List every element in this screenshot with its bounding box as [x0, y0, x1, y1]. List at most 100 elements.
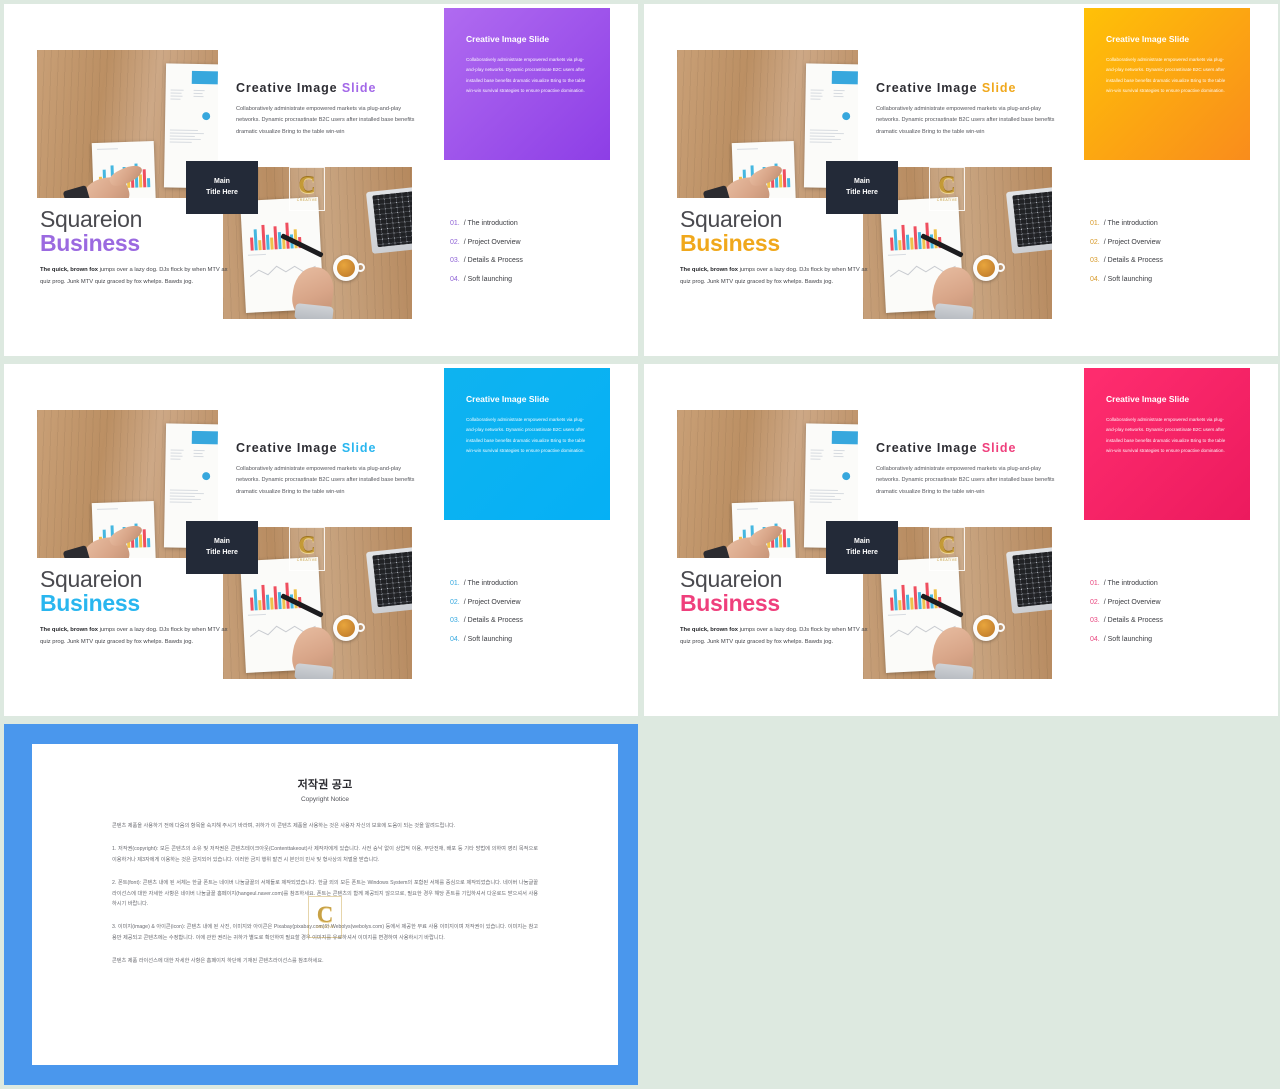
gradient-card[interactable]: Creative Image Slide Collaboratively adm…: [1084, 8, 1250, 160]
agenda-separator: /: [463, 598, 466, 606]
headline-accent: Slide: [341, 441, 377, 455]
agenda-item[interactable]: 02. / Project Overview: [1090, 599, 1260, 606]
watermark-letter: C: [938, 172, 956, 199]
agenda-item[interactable]: 02. / Project Overview: [450, 599, 620, 606]
agenda-number: 04.: [450, 635, 460, 643]
main-title-box[interactable]: Main Title Here: [826, 161, 898, 214]
agenda-label: Project Overview: [1107, 238, 1161, 246]
photo-coffee-cup: [333, 615, 365, 641]
photo-coffee-cup: [333, 255, 365, 281]
agenda-separator: /: [1103, 617, 1106, 624]
agenda-label: Project Overview: [467, 238, 521, 246]
slide-amber[interactable]: C CREATIVE Main Title Here Creative Image…: [644, 4, 1278, 356]
agenda-list: 01. / The introduction 02. / Project Overv…: [450, 220, 620, 294]
headline-block: Creative Image Slide Collaboratively adm…: [236, 81, 416, 138]
headline-accent: Slide: [981, 81, 1017, 95]
agenda-item[interactable]: 04. / Soft launching: [1090, 276, 1260, 283]
slide-copyright-notice[interactable]: 저작권 공고 Copyright Notice 콘텐츠 제품을 사용하기 전에 …: [4, 724, 638, 1085]
slide-pink[interactable]: C CREATIVE Main Title Here Creative Image…: [644, 364, 1278, 716]
agenda-item[interactable]: 03. / Details & Process: [1090, 617, 1260, 624]
agenda-label: Soft launching: [1107, 275, 1153, 283]
main-title-box[interactable]: Main Title Here: [826, 521, 898, 574]
agenda-label: Details & Process: [467, 617, 523, 624]
agenda-separator: /: [1103, 220, 1106, 227]
gradient-card-body: Collaboratively administrate empowered m…: [1106, 417, 1226, 453]
agenda-item[interactable]: 03. / Details & Process: [450, 257, 620, 264]
slide-cyan[interactable]: C CREATIVE Main Title Here Creative Image…: [4, 364, 638, 716]
agenda-item[interactable]: 01. / The introduction: [1090, 580, 1260, 587]
agenda-number: 01.: [450, 580, 460, 587]
agenda-label: Soft launching: [467, 635, 513, 643]
gradient-card-title: Creative Image Slide: [466, 394, 550, 404]
agenda-item[interactable]: 01. / The introduction: [450, 580, 620, 587]
photo-laptop: [365, 546, 412, 614]
headline: Creative Image Slide: [876, 441, 1056, 455]
agenda-item[interactable]: 04. / Soft launching: [450, 276, 620, 283]
agenda-number: 04.: [450, 275, 460, 283]
brand-body: The quick, brown fox jumps over a lazy d…: [40, 265, 230, 288]
main-title-box[interactable]: Main Title Here: [186, 521, 258, 574]
headline-main: Creative Image: [876, 441, 978, 455]
main-title-line2: Title Here: [206, 548, 238, 556]
watermark-letter: C: [298, 172, 316, 199]
brand-body-bold: The quick, brown fox: [40, 267, 98, 274]
watermark-badge: C CREATIVE: [929, 167, 965, 211]
agenda-separator: /: [463, 617, 466, 624]
agenda-number: 01.: [1090, 580, 1100, 587]
photo-laptop: [365, 186, 412, 254]
agenda-label: The introduction: [1107, 580, 1158, 587]
copyright-title-ko: 저작권 공고: [297, 779, 353, 791]
agenda-separator: /: [1103, 257, 1106, 264]
agenda-item[interactable]: 02. / Project Overview: [450, 239, 620, 246]
main-title-line2: Title Here: [206, 188, 238, 196]
agenda-item[interactable]: 03. / Details & Process: [1090, 257, 1260, 264]
photo-coffee-cup: [973, 615, 1005, 641]
agenda-label: Details & Process: [1107, 617, 1163, 624]
brand-body: The quick, brown fox jumps over a lazy d…: [680, 625, 870, 648]
agenda-item[interactable]: 03. / Details & Process: [450, 617, 620, 624]
brand-body-bold: The quick, brown fox: [680, 267, 738, 274]
brand-block: Squareion Business The quick, brown fox …: [40, 567, 230, 649]
agenda-label: Project Overview: [467, 598, 521, 606]
photo-sleeve: [934, 303, 974, 319]
agenda-number: 04.: [1090, 635, 1100, 643]
gradient-card-title: Creative Image Slide: [466, 34, 550, 44]
agenda-separator: /: [463, 220, 466, 227]
agenda-separator: /: [1103, 275, 1106, 283]
agenda-number: 01.: [1090, 220, 1100, 227]
headline-main: Creative Image: [876, 81, 978, 95]
photo-laptop: [1005, 186, 1052, 254]
gradient-card[interactable]: Creative Image Slide Collaboratively adm…: [444, 368, 610, 520]
slide-deck-canvas: C CREATIVE Main Title Here Creative Image…: [0, 0, 1280, 1089]
watermark-badge: C CREATIVE: [289, 167, 325, 211]
agenda-item[interactable]: 04. / Soft launching: [450, 636, 620, 643]
agenda-separator: /: [463, 635, 466, 643]
gradient-card-body: Collaboratively administrate empowered m…: [466, 57, 586, 93]
agenda-item[interactable]: 01. / The introduction: [1090, 220, 1260, 227]
main-title-line1: Main: [214, 178, 230, 185]
brand-body-bold: The quick, brown fox: [40, 627, 98, 634]
agenda-number: 04.: [1090, 275, 1100, 283]
slide-purple[interactable]: C CREATIVE Main Title Here Creative Image…: [4, 4, 638, 356]
main-title-box[interactable]: Main Title Here: [186, 161, 258, 214]
agenda-item[interactable]: 01. / The introduction: [450, 220, 620, 227]
gradient-card-title: Creative Image Slide: [1106, 34, 1190, 44]
agenda-item[interactable]: 04. / Soft launching: [1090, 636, 1260, 643]
watermark-letter: C: [316, 901, 334, 927]
main-title-line1: Main: [854, 178, 870, 185]
photo-coffee-cup: [973, 255, 1005, 281]
brand-block: Squareion Business The quick, brown fox …: [680, 207, 870, 289]
agenda-separator: /: [1103, 238, 1106, 246]
gradient-card[interactable]: Creative Image Slide Collaboratively adm…: [1084, 368, 1250, 520]
brand-block: Squareion Business The quick, brown fox …: [680, 567, 870, 649]
agenda-separator: /: [1103, 598, 1106, 606]
gradient-card[interactable]: Creative Image Slide Collaboratively adm…: [444, 8, 610, 160]
headline-main: Creative Image: [236, 441, 338, 455]
headline-body: Collaboratively administrate empowered m…: [236, 106, 415, 135]
photo-sleeve: [294, 303, 334, 319]
main-title-line2: Title Here: [846, 188, 878, 196]
agenda-item[interactable]: 02. / Project Overview: [1090, 239, 1260, 246]
agenda-label: Details & Process: [467, 257, 523, 264]
headline-body: Collaboratively administrate empowered m…: [876, 466, 1055, 495]
headline-accent: Slide: [341, 81, 377, 95]
